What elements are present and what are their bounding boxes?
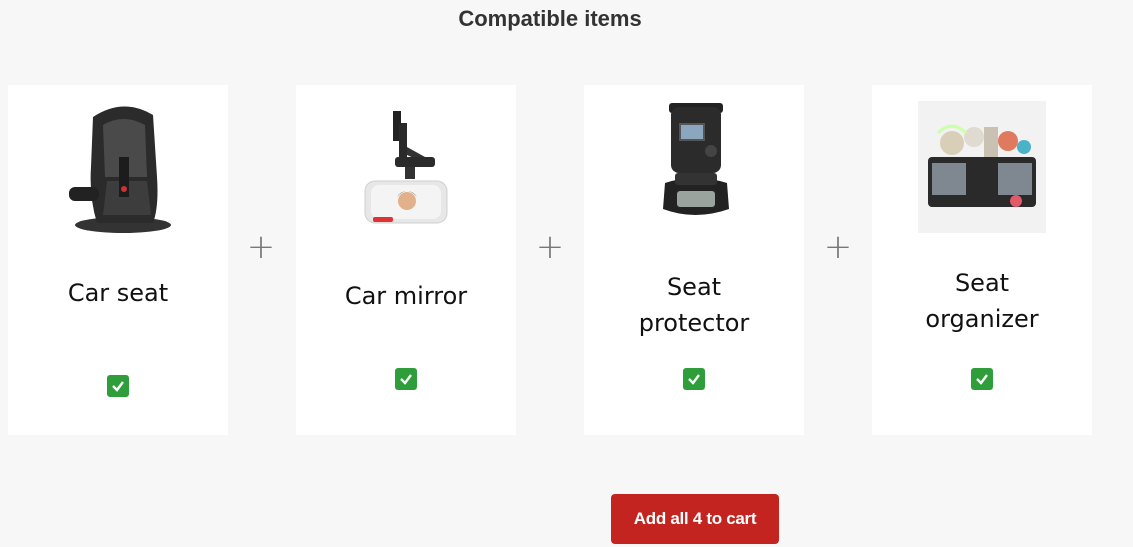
- car-mirror-image: [296, 97, 516, 237]
- item-name-seat-organizer: Seat organizer: [925, 269, 1039, 333]
- item-checkbox-car-seat[interactable]: [107, 375, 129, 397]
- seat-organizer-image: [872, 97, 1092, 237]
- section-title: Compatible items: [458, 6, 642, 31]
- item-checkbox-car-mirror[interactable]: [395, 368, 417, 390]
- plus-icon: +: [823, 227, 853, 267]
- car-seat-image: [8, 97, 228, 237]
- plus-icon: +: [246, 227, 276, 267]
- item-checkbox-seat-protector[interactable]: [683, 368, 705, 390]
- plus-icon: +: [535, 227, 565, 267]
- item-checkbox-seat-organizer[interactable]: [971, 368, 993, 390]
- item-card-seat-organizer[interactable]: Seat organizer: [872, 85, 1092, 435]
- seat-protector-image: [584, 97, 804, 237]
- item-name-seat-protector: Seat protector: [638, 273, 750, 337]
- item-card-car-mirror[interactable]: Car mirror: [296, 85, 516, 435]
- item-name-car-seat: Car seat: [67, 279, 169, 307]
- item-card-car-seat[interactable]: Car seat: [8, 85, 228, 435]
- item-card-seat-protector[interactable]: Seat protector: [584, 85, 804, 435]
- item-name-car-mirror: Car mirror: [344, 282, 468, 310]
- add-all-to-cart-button[interactable]: Add all 4 to cart: [611, 494, 779, 544]
